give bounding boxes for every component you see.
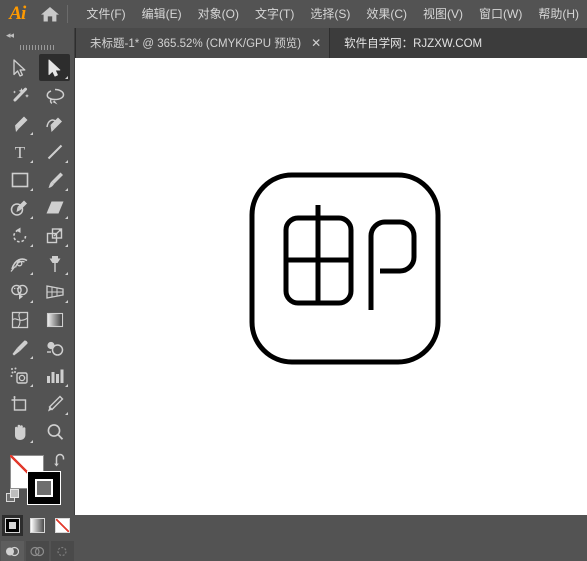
color-mode-button[interactable]: [1, 515, 23, 536]
draw-inside-button[interactable]: [50, 541, 74, 561]
tool-flyout-indicator-icon: [30, 356, 33, 359]
shape-builder-tool[interactable]: [4, 278, 35, 305]
tool-flyout-indicator-icon: [65, 76, 68, 79]
menu-effect[interactable]: 效果(C): [358, 3, 415, 25]
menu-file[interactable]: 文件(F): [78, 3, 133, 25]
swap-fill-stroke-icon[interactable]: [53, 453, 67, 472]
rotate-tool[interactable]: [4, 222, 35, 249]
tool-flyout-indicator-icon: [30, 216, 33, 219]
drawing-mode-buttons: [0, 541, 74, 561]
none-mode-button[interactable]: [52, 515, 73, 536]
panel-drag-handle[interactable]: [0, 42, 74, 52]
menu-edit[interactable]: 编辑(E): [134, 3, 190, 25]
tool-flyout-indicator-icon: [30, 188, 33, 191]
type-tool[interactable]: T: [4, 138, 35, 165]
line-segment-tool[interactable]: [39, 138, 70, 165]
blend-tool[interactable]: [39, 334, 70, 361]
tool-flyout-indicator-icon: [30, 132, 33, 135]
width-tool[interactable]: [4, 250, 35, 277]
pen-tool[interactable]: [4, 110, 35, 137]
column-graph-tool[interactable]: [39, 362, 70, 389]
illustrator-window: Ai 文件(F) 编辑(E) 对象(O) 文字(T) 选择(S) 效果(C) 视…: [0, 0, 587, 561]
perspective-grid-tool[interactable]: [39, 278, 70, 305]
menu-help[interactable]: 帮助(H): [530, 3, 587, 25]
menu-view[interactable]: 视图(V): [415, 3, 471, 25]
menu-divider: [67, 5, 69, 23]
site-watermark-label: 软件自学网：RJZXW.COM: [344, 38, 483, 50]
illustrator-logo-text: Ai: [9, 3, 26, 24]
menu-bar: Ai 文件(F) 编辑(E) 对象(O) 文字(T) 选择(S) 效果(C) 视…: [0, 0, 587, 28]
collapse-panel-icon[interactable]: ◂◂: [6, 30, 14, 40]
menu-items: 文件(F) 编辑(E) 对象(O) 文字(T) 选择(S) 效果(C) 视图(V…: [78, 0, 587, 28]
gradient-swatch-icon: [29, 518, 45, 533]
home-icon[interactable]: [35, 0, 66, 28]
magic-wand-tool[interactable]: [4, 82, 35, 109]
eyedropper-tool[interactable]: [4, 334, 35, 361]
tool-flyout-indicator-icon: [65, 160, 68, 163]
document-canvas[interactable]: [75, 58, 587, 515]
close-icon[interactable]: ✕: [311, 37, 321, 49]
tool-flyout-indicator-icon: [65, 216, 68, 219]
direct-selection-tool[interactable]: [39, 54, 70, 81]
slice-tool[interactable]: [39, 390, 70, 417]
curvature-tool[interactable]: [39, 110, 70, 137]
tool-flyout-indicator-icon: [65, 412, 68, 415]
draw-inside-icon: [57, 546, 67, 556]
menu-type[interactable]: 文字(T): [247, 3, 302, 25]
fill-stroke-controls: [0, 451, 75, 513]
rounded-square-logo-artwork[interactable]: [75, 58, 587, 515]
rectangle-tool[interactable]: [4, 166, 35, 193]
stroke-swatch[interactable]: [27, 471, 61, 505]
tool-flyout-indicator-icon: [30, 160, 33, 163]
tool-flyout-indicator-icon: [65, 188, 68, 191]
document-tab-title: 未标题-1* @ 365.52% (CMYK/GPU 预览): [90, 38, 302, 50]
draw-behind-button[interactable]: [25, 541, 49, 561]
draw-behind-icon: [30, 546, 44, 556]
svg-text:T: T: [14, 143, 25, 161]
illustrator-logo-icon: Ai: [0, 0, 35, 28]
symbol-sprayer-tool[interactable]: [4, 362, 35, 389]
shaper-tool[interactable]: [4, 194, 35, 221]
hand-tool[interactable]: [4, 418, 35, 445]
document-tab-bar: 未标题-1* @ 365.52% (CMYK/GPU 预览) ✕ 软件自学网：R…: [0, 28, 587, 58]
tool-flyout-indicator-icon: [65, 244, 68, 247]
tool-flyout-indicator-icon: [30, 384, 33, 387]
none-swatch-icon: [54, 518, 70, 533]
selection-tool[interactable]: [4, 54, 35, 81]
document-tab[interactable]: 未标题-1* @ 365.52% (CMYK/GPU 预览) ✕: [75, 28, 331, 58]
gradient-tool[interactable]: [39, 306, 70, 333]
artwork-letter-p: [368, 219, 417, 310]
paintbrush-tool[interactable]: [39, 166, 70, 193]
draw-normal-icon: [6, 546, 19, 556]
menu-select[interactable]: 选择(S): [302, 3, 358, 25]
menu-object[interactable]: 对象(O): [190, 3, 247, 25]
fill-mode-buttons: [0, 515, 74, 536]
tools-panel-header: ◂◂: [0, 28, 74, 42]
mesh-tool[interactable]: [4, 306, 35, 333]
tool-flyout-indicator-icon: [30, 300, 33, 303]
solid-color-icon: [4, 518, 20, 533]
menu-window[interactable]: 窗口(W): [471, 3, 530, 25]
gradient-mode-button[interactable]: [27, 515, 48, 536]
tool-flyout-indicator-icon: [30, 440, 33, 443]
zoom-tool[interactable]: [39, 418, 70, 445]
default-fill-stroke-icon[interactable]: [6, 489, 20, 508]
tool-flyout-indicator-icon: [65, 272, 68, 275]
draw-normal-button[interactable]: [0, 541, 24, 561]
tool-flyout-indicator-icon: [30, 272, 33, 275]
tools-panel: ◂◂ T: [0, 28, 75, 561]
eraser-tool[interactable]: [39, 194, 70, 221]
tool-flyout-indicator-icon: [65, 384, 68, 387]
scale-tool[interactable]: [39, 222, 70, 249]
tool-grid: T: [0, 54, 74, 445]
tool-flyout-indicator-icon: [65, 300, 68, 303]
artboard-tool[interactable]: [4, 390, 35, 417]
tool-flyout-indicator-icon: [30, 244, 33, 247]
lasso-tool[interactable]: [39, 82, 70, 109]
free-transform-tool[interactable]: [39, 250, 70, 277]
